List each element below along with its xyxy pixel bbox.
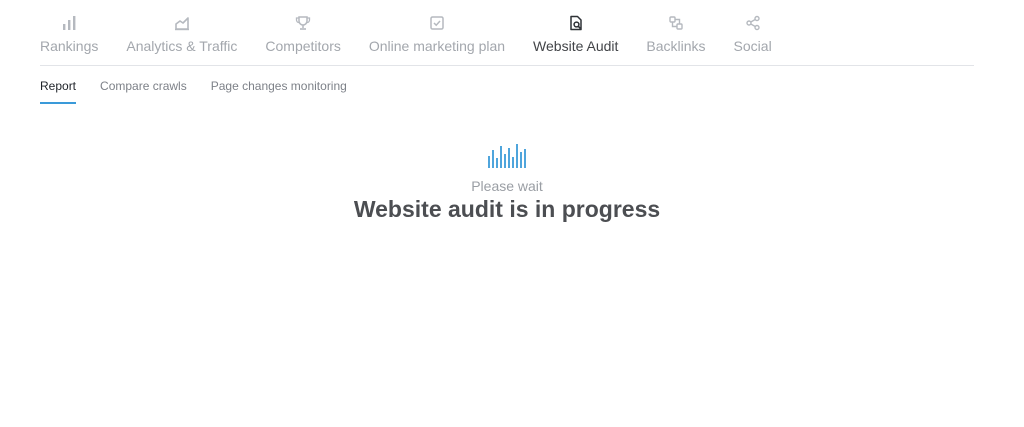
nav-label: Analytics & Traffic xyxy=(126,38,238,54)
traffic-chart-icon xyxy=(174,14,190,32)
nav-website-audit[interactable]: Website Audit xyxy=(533,14,618,54)
nav-label: Online marketing plan xyxy=(368,38,506,54)
loading-bars-icon xyxy=(487,144,527,168)
share-icon xyxy=(745,14,761,32)
nav-label: Social xyxy=(733,38,772,54)
nav-label: Competitors xyxy=(265,38,341,54)
checkbox-icon xyxy=(429,14,445,32)
nav-online-marketing-plan[interactable]: Online marketing plan xyxy=(369,14,505,54)
nav-label: Website Audit xyxy=(533,38,619,54)
subtab-compare-crawls[interactable]: Compare crawls xyxy=(100,79,187,104)
nav-competitors[interactable]: Competitors xyxy=(265,14,341,54)
subtab-report[interactable]: Report xyxy=(40,79,77,104)
subtab-page-changes-monitoring[interactable]: Page changes monitoring xyxy=(211,79,347,104)
nav-rankings[interactable]: Rankings xyxy=(40,14,98,54)
subtabs: Report Compare crawls Page changes monit… xyxy=(40,79,371,104)
audit-document-icon xyxy=(568,14,584,32)
nav-label: Rankings xyxy=(40,38,99,54)
trophy-icon xyxy=(295,14,311,32)
nav-label: Backlinks xyxy=(646,38,706,54)
please-wait-text: Please wait xyxy=(471,178,543,194)
nav-analytics-traffic[interactable]: Analytics & Traffic xyxy=(126,14,237,54)
audit-status-heading: Website audit is in progress xyxy=(353,196,661,222)
backlinks-icon xyxy=(668,14,684,32)
nav-social[interactable]: Social xyxy=(734,14,772,54)
nav-divider xyxy=(40,65,974,66)
nav-backlinks[interactable]: Backlinks xyxy=(646,14,706,54)
bar-chart-icon xyxy=(61,14,77,32)
main-nav: Rankings Analytics & Traffic Competitors… xyxy=(40,14,800,54)
audit-progress: Please wait Website audit is in progress xyxy=(0,144,1014,223)
